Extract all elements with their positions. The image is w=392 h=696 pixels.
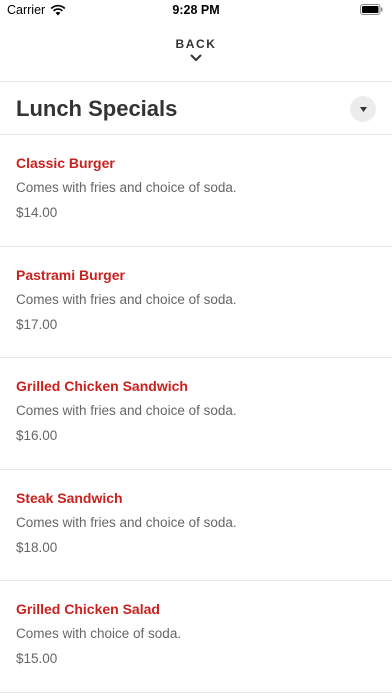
battery-icon — [360, 4, 383, 15]
item-name: Grilled Chicken Salad — [16, 601, 160, 617]
item-name: Pastrami Burger — [16, 266, 125, 283]
item-description: Comes with fries and choice of soda. — [16, 403, 237, 418]
back-button[interactable]: BACK — [0, 28, 392, 78]
menu-item[interactable]: Pastrami Burger Comes with fries and cho… — [0, 247, 392, 358]
menu-list: Classic Burger Comes with fries and choi… — [0, 135, 392, 693]
status-bar: Carrier 9:28 PM — [0, 0, 392, 22]
section-header: Lunch Specials — [0, 82, 392, 134]
caret-down-icon — [359, 106, 367, 112]
item-description: Comes with choice of soda. — [16, 626, 182, 641]
menu-item[interactable]: Steak Sandwich Comes with fries and choi… — [0, 470, 392, 581]
item-name: Steak Sandwich — [16, 489, 123, 506]
item-price: $14.00 — [16, 205, 58, 220]
status-time: 9:28 PM — [172, 3, 220, 17]
item-description: Comes with fries and choice of soda. — [16, 514, 237, 530]
menu-item[interactable]: Grilled Chicken Salad Comes with choice … — [0, 581, 392, 693]
menu-item[interactable]: Grilled Chicken Sandwich Comes with frie… — [0, 358, 392, 470]
item-price: $18.00 — [16, 539, 58, 555]
item-price: $15.00 — [16, 651, 58, 666]
back-label: BACK — [175, 37, 217, 51]
item-description: Comes with fries and choice of soda. — [16, 180, 237, 195]
item-price: $17.00 — [16, 316, 58, 332]
item-name: Classic Burger — [16, 155, 115, 171]
section-title: Lunch Specials — [16, 96, 178, 121]
section-dropdown-button[interactable] — [350, 96, 376, 122]
menu-item[interactable]: Classic Burger Comes with fries and choi… — [0, 135, 392, 247]
chevron-down-icon — [190, 54, 202, 61]
item-name: Grilled Chicken Sandwich — [16, 378, 188, 394]
item-description: Comes with fries and choice of soda. — [16, 291, 237, 307]
item-price: $16.00 — [16, 428, 58, 443]
